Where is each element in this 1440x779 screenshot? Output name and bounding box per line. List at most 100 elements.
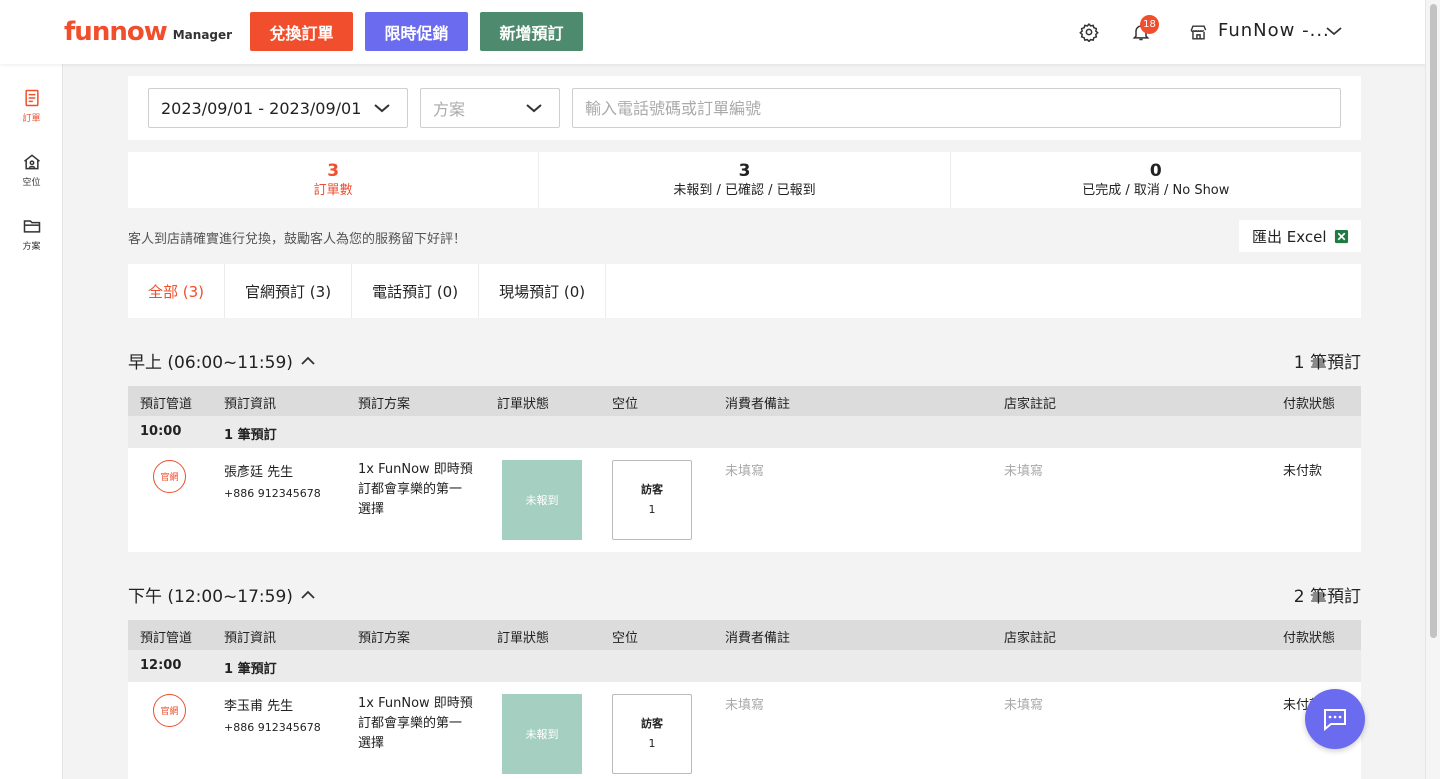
order-status-button[interactable]: 未報到 [502, 694, 582, 774]
col-status: 訂單狀態 [497, 631, 550, 646]
col-seat: 空位 [612, 397, 639, 412]
col-plan: 預訂方案 [358, 397, 411, 412]
date-range-value: 2023/09/01 - 2023/09/01 [161, 98, 362, 118]
tab-walk-in[interactable]: 現場預訂 (0) [479, 264, 607, 318]
folder-icon [23, 220, 40, 233]
chevron-down-icon [526, 104, 542, 113]
stat-completed-cancelled[interactable]: 0 已完成 / 取消 / No Show [951, 152, 1361, 208]
seat-label: 訪客 [641, 483, 663, 496]
logo-subtitle: Manager [172, 28, 233, 42]
table-row[interactable]: 官網 李玉甫 先生 +886 912345678 1x FunNow 即時預訂都… [128, 682, 1361, 779]
chevron-down-icon [374, 104, 390, 113]
plan-select[interactable]: 方案 [420, 88, 560, 128]
top-header: funnow Manager 兌換訂單 限時促銷 新增預訂 18 FunNow … [0, 0, 1425, 64]
sidebar-item-seats[interactable]: 空位 [0, 152, 63, 202]
customer-note: 未填寫 [725, 698, 765, 713]
slot-time: 10:00 [140, 424, 182, 439]
sidebar-item-label: 訂單 [22, 114, 41, 124]
plan-select-placeholder: 方案 [433, 100, 466, 119]
chat-button[interactable] [1305, 689, 1365, 749]
col-store-note: 店家註記 [1004, 631, 1057, 646]
store-note[interactable]: 未填寫 [1004, 460, 1043, 479]
stat-pending-confirmed[interactable]: 3 未報到 / 已確認 / 已報到 [539, 152, 951, 208]
sidebar: 訂單 空位 方案 [0, 64, 63, 779]
col-info: 預訂資訊 [224, 397, 277, 412]
time-slot-row: 12:00 1 筆預訂 [128, 650, 1361, 682]
section-title-text: 早上 (06:00~11:59) [128, 353, 293, 373]
section-title-afternoon[interactable]: 下午 (12:00~17:59) [128, 582, 316, 607]
channel-badge: 官網 [153, 460, 186, 493]
col-plan: 預訂方案 [358, 631, 411, 646]
page-scrollbar[interactable] [1425, 0, 1440, 779]
seat-box[interactable]: 訪客 1 [612, 694, 692, 774]
section-booking-count: 2 筆預訂 [1293, 587, 1361, 607]
customer-phone: +886 912345678 [224, 721, 321, 734]
col-customer-note: 消費者備註 [725, 397, 791, 412]
col-info: 預訂資訊 [224, 631, 277, 646]
table-header: 預訂管道 預訂資訊 預訂方案 訂單狀態 空位 消費者備註 店家註記 付款狀態 [128, 620, 1361, 650]
filter-bar: 2023/09/01 - 2023/09/01 方案 [128, 76, 1361, 140]
store-note[interactable]: 未填寫 [1004, 694, 1043, 713]
stat-label: 未報到 / 已確認 / 已報到 [673, 183, 816, 198]
col-status: 訂單狀態 [497, 397, 550, 412]
funnow-logo[interactable]: funnow Manager [64, 18, 232, 46]
tab-all[interactable]: 全部 (3) [128, 264, 226, 318]
slot-count: 1 筆預訂 [224, 428, 277, 443]
customer-name: 張彥廷 先生 [224, 465, 294, 480]
export-excel-label: 匯出 Excel [1252, 227, 1327, 246]
col-channel: 預訂管道 [140, 631, 193, 646]
tab-website[interactable]: 官網預訂 (3) [225, 264, 353, 318]
limited-promo-button[interactable]: 限時促銷 [365, 12, 468, 51]
seat-label: 訪客 [641, 717, 663, 730]
col-store-note: 店家註記 [1004, 397, 1057, 412]
col-seat: 空位 [612, 631, 639, 646]
stat-label: 已完成 / 取消 / No Show [1082, 183, 1230, 198]
home-icon [23, 154, 40, 170]
col-payment: 付款狀態 [1283, 631, 1336, 646]
section-booking-count: 1 筆預訂 [1293, 353, 1361, 373]
chevron-up-icon[interactable] [300, 590, 316, 600]
channel-badge: 官網 [153, 694, 186, 727]
seat-count: 1 [648, 737, 656, 750]
scrollbar-thumb[interactable] [1430, 4, 1437, 638]
slot-count: 1 筆預訂 [224, 662, 277, 677]
logo-text: funnow [64, 17, 168, 47]
exchange-order-button[interactable]: 兌換訂單 [250, 12, 353, 51]
excel-icon [1334, 229, 1348, 243]
store-name[interactable]: FunNow -... [1218, 20, 1330, 41]
sidebar-item-plans[interactable]: 方案 [0, 216, 63, 266]
new-booking-button[interactable]: 新增預訂 [480, 12, 583, 51]
stat-label: 訂單數 [313, 183, 353, 198]
payment-status: 未付款 [1283, 464, 1323, 479]
order-icon [24, 89, 39, 107]
sidebar-item-label: 空位 [22, 178, 41, 188]
channel-tabs: 全部 (3) 官網預訂 (3) 電話預訂 (0) 現場預訂 (0) [128, 264, 1361, 318]
review-hint: 客人到店請確實進行兌換，鼓勵客人為您的服務留下好評！ [128, 232, 467, 247]
seat-box[interactable]: 訪客 1 [612, 460, 692, 540]
stat-total-orders[interactable]: 3 訂單數 [128, 152, 540, 208]
tab-phone[interactable]: 電話預訂 (0) [352, 264, 480, 318]
table-row[interactable]: 官網 張彥廷 先生 +886 912345678 1x FunNow 即時預訂都… [128, 448, 1361, 552]
section-title-morning[interactable]: 早上 (06:00~11:59) [128, 348, 316, 373]
sidebar-item-orders[interactable]: 訂單 [0, 88, 63, 138]
slot-time: 12:00 [140, 658, 182, 673]
stat-value: 3 [327, 161, 340, 181]
date-range-select[interactable]: 2023/09/01 - 2023/09/01 [148, 88, 408, 128]
sidebar-item-label: 方案 [22, 242, 41, 252]
col-customer-note: 消費者備註 [725, 631, 791, 646]
chevron-down-icon[interactable] [1325, 24, 1343, 38]
booking-plan: 1x FunNow 即時預訂都會享樂的第一選擇 [358, 696, 473, 751]
export-excel-button[interactable]: 匯出 Excel [1239, 220, 1361, 252]
gear-icon[interactable] [1079, 22, 1099, 42]
search-input[interactable] [572, 88, 1341, 128]
chat-icon [1324, 709, 1346, 731]
stat-value: 0 [1149, 161, 1162, 181]
order-status-button[interactable]: 未報到 [502, 460, 582, 540]
col-payment: 付款狀態 [1283, 397, 1336, 412]
section-title-text: 下午 (12:00~17:59) [128, 587, 293, 607]
notification-badge: 18 [1140, 15, 1159, 34]
seat-count: 1 [648, 503, 656, 516]
chevron-up-icon[interactable] [300, 356, 316, 366]
col-channel: 預訂管道 [140, 397, 193, 412]
store-icon [1190, 25, 1207, 40]
